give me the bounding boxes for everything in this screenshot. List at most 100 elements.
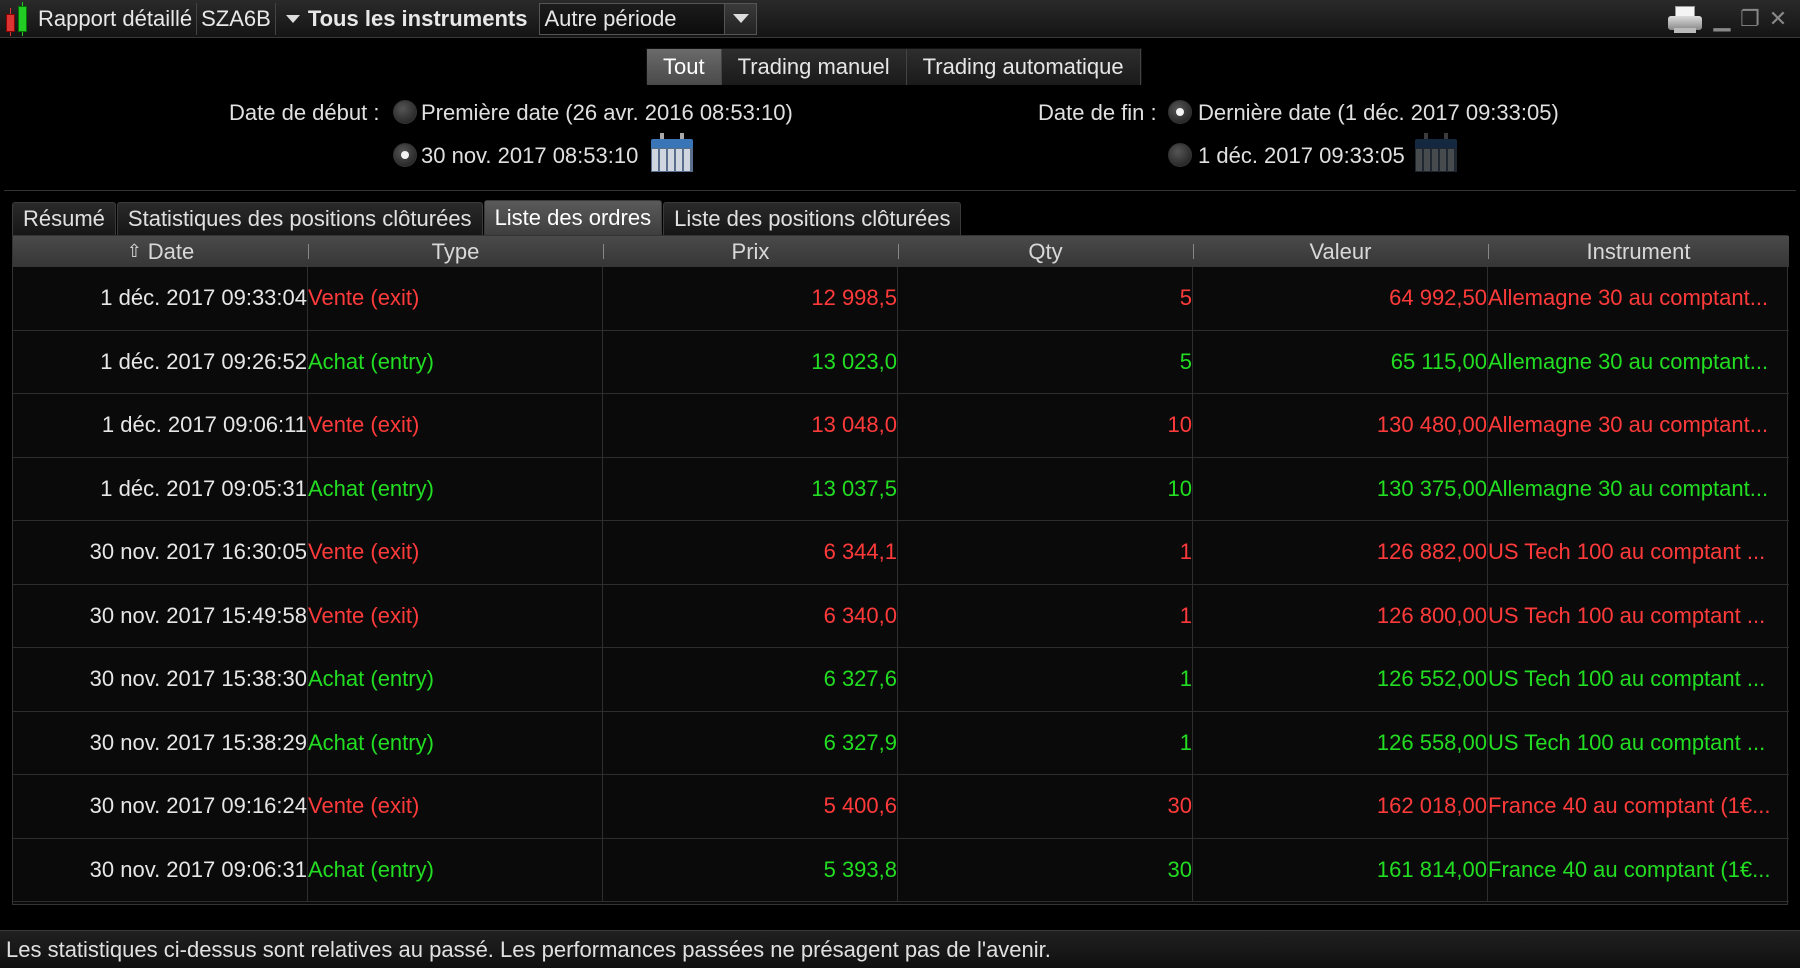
section-divider: [4, 190, 1796, 191]
column-header-type[interactable]: Type: [308, 236, 603, 267]
cell-price: 6 344,1: [603, 521, 898, 584]
instrument-filter-dropdown[interactable]: Tous les instruments: [304, 6, 532, 32]
cell-value: 161 814,00: [1193, 838, 1488, 901]
cell-price: 6 327,9: [603, 711, 898, 774]
start-date-label: Date de début :: [229, 100, 380, 125]
cell-value: 126 800,00: [1193, 584, 1488, 647]
cell-value: 65 115,00: [1193, 330, 1488, 393]
mode-manual-button[interactable]: Trading manuel: [721, 49, 907, 85]
disclaimer-footer: Les statistiques ci-dessus sont relative…: [0, 930, 1800, 968]
cell-type: Vente (exit): [308, 775, 603, 838]
cell-instrument: US Tech 100 au comptant ...: [1488, 539, 1766, 565]
table-row[interactable]: 30 nov. 2017 15:38:29 Achat (entry) 6 327,…: [13, 711, 1789, 775]
calendar-icon[interactable]: [651, 133, 693, 175]
tab-summary[interactable]: Résumé: [12, 202, 116, 235]
tab-closed-position-stats[interactable]: Statistiques des positions clôturées: [116, 202, 483, 235]
title-separator: [274, 2, 276, 35]
mode-all-button[interactable]: Tout: [647, 49, 722, 85]
cell-date: 1 déc. 2017 09:06:11: [13, 394, 308, 457]
cell-date: 30 nov. 2017 09:16:24: [13, 775, 308, 838]
table-row[interactable]: 1 déc. 2017 09:06:11 Vente (exit) 13 048,0…: [13, 394, 1789, 458]
cell-price: 6 340,0: [603, 584, 898, 647]
cell-instrument: Allemagne 30 au comptant...: [1488, 348, 1769, 374]
cell-qty: 30: [898, 838, 1193, 901]
account-id: SZA6B: [201, 5, 271, 31]
table-row[interactable]: 30 nov. 2017 15:38:30 Achat (entry) 6 327,…: [13, 648, 1789, 712]
column-header-date[interactable]: ⇧ Date: [13, 236, 308, 267]
cell-price: 13 037,5: [603, 457, 898, 520]
cell-type: Achat (entry): [308, 648, 603, 711]
cell-instrument: France 40 au comptant (1€...: [1488, 793, 1771, 819]
column-header-price[interactable]: Prix: [603, 236, 898, 267]
end-date-label: Date de fin :: [1038, 100, 1157, 125]
restore-icon[interactable]: ❐: [1740, 6, 1760, 32]
cell-value: 130 375,00: [1193, 457, 1488, 520]
cell-type: Vente (exit): [308, 394, 603, 457]
cell-price: 13 023,0: [603, 330, 898, 393]
table-header: ⇧ Date Type Prix Qty Valeur Instrument: [13, 236, 1789, 267]
cell-instrument: US Tech 100 au comptant ...: [1488, 729, 1766, 755]
trading-mode-selector: Tout Trading manuel Trading automatique: [646, 48, 1142, 85]
cell-date: 1 déc. 2017 09:33:04: [13, 267, 308, 330]
orders-table: ⇧ Date Type Prix Qty Valeur Instrument 1 …: [12, 235, 1789, 905]
table-row[interactable]: 1 déc. 2017 09:05:31 Achat (entry) 13 037,…: [13, 457, 1789, 521]
start-custom-date-value[interactable]: 30 nov. 2017 08:53:10: [421, 143, 638, 169]
cell-instrument: Allemagne 30 au comptant...: [1488, 412, 1769, 438]
start-custom-date-radio[interactable]: [393, 143, 417, 167]
tab-closed-position-list[interactable]: Liste des positions clôturées: [663, 202, 962, 235]
end-custom-date-radio[interactable]: [1168, 143, 1192, 167]
report-tabs: Résumé Statistiques des positions clôtur…: [12, 200, 962, 235]
period-select[interactable]: Autre période: [539, 2, 758, 35]
cell-instrument: Allemagne 30 au comptant...: [1488, 475, 1769, 501]
cell-value: 126 882,00: [1193, 521, 1488, 584]
column-header-qty[interactable]: Qty: [898, 236, 1193, 267]
cell-type: Achat (entry): [308, 330, 603, 393]
chevron-down-icon: [732, 14, 749, 23]
cell-value: 64 992,50: [1193, 267, 1488, 330]
cell-qty: 1: [898, 521, 1193, 584]
cell-value: 126 558,00: [1193, 711, 1488, 774]
end-custom-date-value[interactable]: 1 déc. 2017 09:33:05: [1198, 143, 1405, 169]
cell-date: 30 nov. 2017 09:06:31: [13, 838, 308, 901]
table-row[interactable]: 1 déc. 2017 09:33:04 Vente (exit) 12 998,5…: [13, 267, 1789, 331]
cell-date: 30 nov. 2017 15:38:30: [13, 648, 308, 711]
table-row[interactable]: 30 nov. 2017 09:16:24 Vente (exit) 5 400,6…: [13, 775, 1789, 839]
close-icon[interactable]: ✕: [1768, 6, 1788, 32]
cell-instrument: US Tech 100 au comptant ...: [1488, 666, 1766, 692]
cell-instrument: US Tech 100 au comptant ...: [1488, 602, 1766, 628]
cell-type: Vente (exit): [308, 584, 603, 647]
cell-qty: 1: [898, 648, 1193, 711]
period-select-value: Autre période: [544, 5, 677, 31]
table-row[interactable]: 30 nov. 2017 09:06:31 Achat (entry) 5 393,…: [13, 838, 1789, 902]
tab-order-list[interactable]: Liste des ordres: [483, 200, 663, 235]
title-bar: Rapport détaillé SZA6B Tous les instrume…: [0, 0, 1800, 38]
end-last-date-label[interactable]: Dernière date (1 déc. 2017 09:33:05): [1198, 100, 1559, 126]
cell-price: 13 048,0: [603, 394, 898, 457]
cell-qty: 5: [898, 330, 1193, 393]
mode-automatic-button[interactable]: Trading automatique: [906, 49, 1141, 85]
cell-value: 126 552,00: [1193, 648, 1488, 711]
table-body: 1 déc. 2017 09:33:04 Vente (exit) 12 998,5…: [13, 267, 1789, 902]
candlestick-icon: [0, 0, 34, 38]
start-first-date-label[interactable]: Première date (26 avr. 2016 08:53:10): [421, 100, 793, 126]
column-header-value[interactable]: Valeur: [1193, 236, 1488, 267]
end-last-date-radio[interactable]: [1168, 100, 1192, 124]
cell-date: 30 nov. 2017 15:49:58: [13, 584, 308, 647]
cell-date: 30 nov. 2017 16:30:05: [13, 521, 308, 584]
minimize-icon[interactable]: ▁: [1712, 6, 1732, 32]
cell-qty: 10: [898, 394, 1193, 457]
cell-price: 6 327,6: [603, 648, 898, 711]
period-select-arrow[interactable]: [724, 3, 757, 34]
cell-date: 1 déc. 2017 09:05:31: [13, 457, 308, 520]
cell-type: Achat (entry): [308, 838, 603, 901]
window-controls: ▁ ❐ ✕: [1666, 4, 1788, 34]
chevron-down-icon[interactable]: [285, 14, 300, 23]
column-header-instrument[interactable]: Instrument: [1488, 236, 1789, 267]
cell-type: Vente (exit): [308, 521, 603, 584]
table-row[interactable]: 30 nov. 2017 15:49:58 Vente (exit) 6 340,0…: [13, 584, 1789, 648]
printer-icon[interactable]: [1666, 4, 1704, 34]
cell-value: 162 018,00: [1193, 775, 1488, 838]
start-first-date-radio[interactable]: [393, 100, 417, 124]
table-row[interactable]: 1 déc. 2017 09:26:52 Achat (entry) 13 023,…: [13, 330, 1789, 394]
table-row[interactable]: 30 nov. 2017 16:30:05 Vente (exit) 6 344,1…: [13, 521, 1789, 585]
